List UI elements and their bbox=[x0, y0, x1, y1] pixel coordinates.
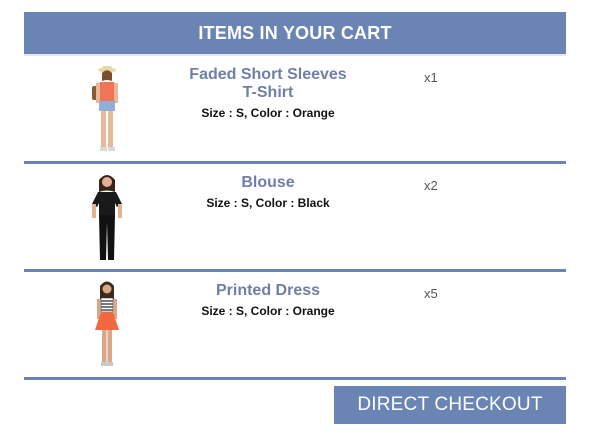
model-orange-dress-image bbox=[95, 281, 119, 366]
product-image[interactable] bbox=[72, 62, 140, 156]
product-image[interactable] bbox=[72, 170, 140, 264]
model-orange-top-shorts-image bbox=[92, 66, 118, 151]
product-quantity: x5 bbox=[424, 286, 438, 301]
product-info: Blouse Size : S, Color : Black bbox=[168, 174, 368, 210]
product-name-line1: Blouse bbox=[241, 174, 295, 191]
product-info: Printed Dress Size : S, Color : Orange bbox=[168, 282, 368, 318]
product-quantity: x1 bbox=[424, 70, 438, 85]
product-name-link[interactable]: Printed Dress bbox=[168, 282, 368, 300]
direct-checkout-button[interactable]: DIRECT CHECKOUT bbox=[334, 386, 566, 424]
cart-item: Blouse Size : S, Color : Black x2 bbox=[24, 164, 566, 272]
cart-item: Faded Short Sleeves T-Shirt Size : S, Co… bbox=[24, 56, 566, 164]
product-attributes: Size : S, Color : Orange bbox=[201, 106, 335, 120]
product-attributes: Size : S, Color : Orange bbox=[201, 304, 335, 318]
cart-panel: ITEMS IN YOUR CART Faded Short Sleeves T… bbox=[24, 12, 566, 424]
product-name-link[interactable]: Blouse bbox=[168, 174, 368, 192]
product-name-line2: T-Shirt bbox=[242, 84, 294, 101]
product-image[interactable] bbox=[72, 278, 140, 372]
product-name-line1: Faded Short Sleeves bbox=[189, 66, 347, 83]
cart-header: ITEMS IN YOUR CART bbox=[24, 12, 566, 54]
product-name-link[interactable]: Faded Short Sleeves T-Shirt bbox=[168, 66, 368, 102]
model-black-blouse-image bbox=[92, 175, 122, 260]
product-info: Faded Short Sleeves T-Shirt Size : S, Co… bbox=[168, 66, 368, 120]
product-attributes: Size : S, Color : Black bbox=[206, 196, 330, 210]
product-quantity: x2 bbox=[424, 178, 438, 193]
cart-title: ITEMS IN YOUR CART bbox=[198, 22, 392, 43]
product-name-line1: Printed Dress bbox=[215, 282, 321, 299]
cart-item: Printed Dress Size : S, Color : Orange x… bbox=[24, 272, 566, 380]
